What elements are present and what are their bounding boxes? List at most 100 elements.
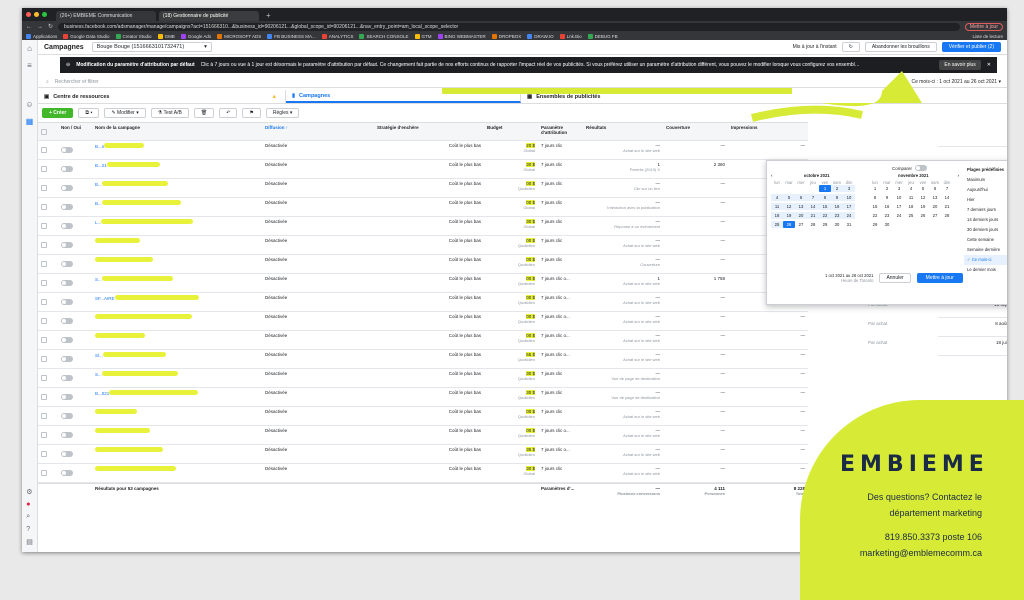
day-cell[interactable]: 29 — [819, 221, 831, 228]
campaign-name[interactable]: B... — [92, 179, 262, 197]
bookmark-item[interactable]: Creator Studio — [115, 33, 152, 39]
day-cell[interactable]: 7 — [941, 185, 953, 192]
minimize-window-icon[interactable] — [34, 12, 39, 17]
day-cell[interactable]: 17 — [893, 203, 905, 210]
campaign-toggle[interactable] — [61, 280, 73, 286]
row-checkbox[interactable] — [41, 451, 47, 457]
row-checkbox[interactable] — [41, 337, 47, 343]
day-cell[interactable]: 14 — [807, 203, 819, 210]
duplicate-button[interactable]: ⧉ ▾ — [78, 108, 100, 118]
bookmark-item[interactable]: DRAW.IO — [527, 33, 554, 39]
day-cell[interactable]: 31 — [843, 221, 855, 228]
bookmark-item[interactable]: Lnk.Bio — [559, 33, 582, 39]
day-cell[interactable]: 12 — [783, 203, 795, 210]
menu-icon[interactable]: ≡ — [27, 61, 32, 70]
budget[interactable]: 00 $ Quotidien — [484, 255, 538, 273]
day-cell[interactable]: 9 — [831, 194, 843, 201]
day-cell[interactable]: 23 — [881, 212, 893, 219]
campaign-toggle[interactable] — [61, 261, 73, 267]
update-browser-button[interactable]: Mettre à jour — [964, 22, 1003, 31]
row-select[interactable] — [38, 274, 58, 292]
row-select[interactable] — [38, 464, 58, 482]
promo-email[interactable]: marketing@emblemecomm.ca — [860, 548, 982, 558]
budget[interactable]: 30 $ Quotidien — [484, 388, 538, 406]
row-checkbox[interactable] — [41, 147, 47, 153]
day-cell[interactable]: 4 — [905, 185, 917, 192]
table-row[interactable]: Désactivée Coût le plus bas 00 $ Quotidien 7… — [38, 331, 808, 350]
day-cell[interactable]: 19 — [917, 203, 929, 210]
day-cell[interactable]: 5 — [783, 194, 795, 201]
row-checkbox[interactable] — [41, 223, 47, 229]
campaign-name[interactable]: B...21 — [92, 160, 262, 178]
campaign-name[interactable]: L... — [92, 217, 262, 235]
table-row[interactable]: B...21 Désactivée Coût le plus bas 30 $ Glob… — [38, 160, 808, 179]
day-cell[interactable]: 22 — [819, 212, 831, 219]
row-checkbox[interactable] — [41, 261, 47, 267]
campaign-toggle[interactable] — [61, 394, 73, 400]
day-cell[interactable]: 6 — [795, 194, 807, 201]
campaign-toggle[interactable] — [61, 375, 73, 381]
url-field[interactable]: business.facebook.com/adsmanager/manage/… — [58, 22, 960, 31]
budget[interactable]: 00 $ Quotidien — [484, 312, 538, 330]
campaign-toggle[interactable] — [61, 204, 73, 210]
table-row[interactable]: Désactivée Coût le plus bas 35 $ Quotidien 7… — [38, 445, 808, 464]
row-checkbox[interactable] — [41, 185, 47, 191]
row-select[interactable] — [38, 407, 58, 425]
create-button[interactable]: + Créer — [42, 108, 74, 118]
campaign-toggle[interactable] — [61, 470, 73, 476]
preset-item[interactable]: Cette semaine — [964, 235, 1007, 245]
prev-month-icon[interactable]: ‹ — [771, 173, 772, 178]
day-cell[interactable]: 26 — [917, 212, 929, 219]
delete-button[interactable]: 🗑 — [193, 108, 215, 118]
day-cell[interactable]: 8 — [869, 194, 881, 201]
row-select[interactable] — [38, 236, 58, 254]
day-cell[interactable]: 16 — [831, 203, 843, 210]
row-toggle-cell[interactable] — [58, 160, 92, 178]
table-row[interactable]: B...021 Désactivée Coût le plus bas 30 $ Quo… — [38, 388, 808, 407]
budget[interactable]: 00 $ Quotidien — [484, 293, 538, 311]
campaign-name[interactable] — [92, 407, 262, 425]
day-cell[interactable]: 28 — [941, 212, 953, 219]
campaign-name[interactable]: B... — [92, 198, 262, 216]
bookmark-item[interactable]: ANALYTICS — [321, 33, 353, 39]
budget[interactable]: 00 $ Quotidien — [484, 407, 538, 425]
row-select[interactable] — [38, 198, 58, 216]
column-header[interactable]: Paramètre d'attribution — [538, 123, 583, 140]
cancel-button[interactable]: Annuler — [879, 273, 911, 283]
campaign-toggle[interactable] — [61, 299, 73, 305]
day-cell[interactable]: 21 — [941, 203, 953, 210]
back-icon[interactable]: ← — [26, 24, 32, 30]
campaign-name[interactable] — [92, 445, 262, 463]
row-select[interactable] — [38, 331, 58, 349]
column-header[interactable]: Résultats — [583, 123, 663, 140]
row-select[interactable] — [38, 141, 58, 159]
campaign-toggle[interactable] — [61, 147, 73, 153]
tab-adsets[interactable]: ▦ Ensembles de publicités — [521, 90, 1007, 103]
campaign-name[interactable]: B...021 — [92, 388, 262, 406]
row-toggle-cell[interactable] — [58, 331, 92, 349]
day-cell[interactable]: 28 — [807, 221, 819, 228]
day-cell[interactable]: 9 — [881, 194, 893, 201]
campaign-name[interactable] — [92, 426, 262, 444]
row-toggle-cell[interactable] — [58, 293, 92, 311]
home-icon[interactable]: ⌂ — [27, 44, 32, 53]
preset-item[interactable]: Le dernier mois — [964, 265, 1007, 275]
day-cell[interactable]: 18 — [771, 212, 783, 219]
grid-icon[interactable]: ▦ — [26, 117, 34, 126]
day-cell[interactable]: 5 — [917, 185, 929, 192]
day-cell[interactable]: 18 — [905, 203, 917, 210]
bookmark-item[interactable]: DROPBOX — [491, 33, 521, 39]
row-checkbox[interactable] — [41, 204, 47, 210]
day-cell[interactable]: 15 — [869, 203, 881, 210]
budget[interactable]: 30 $ Global — [484, 464, 538, 482]
row-select[interactable] — [38, 160, 58, 178]
table-row[interactable]: Désactivée Coût le plus bas 30 $ Global 7 jo… — [38, 464, 808, 483]
day-cell[interactable]: 13 — [795, 203, 807, 210]
row-checkbox[interactable] — [41, 299, 47, 305]
row-toggle-cell[interactable] — [58, 312, 92, 330]
row-checkbox[interactable] — [41, 242, 47, 248]
row-checkbox[interactable] — [41, 470, 47, 476]
day-cell[interactable]: 14 — [941, 194, 953, 201]
row-checkbox[interactable] — [41, 356, 47, 362]
day-cell[interactable]: 23 — [831, 212, 843, 219]
